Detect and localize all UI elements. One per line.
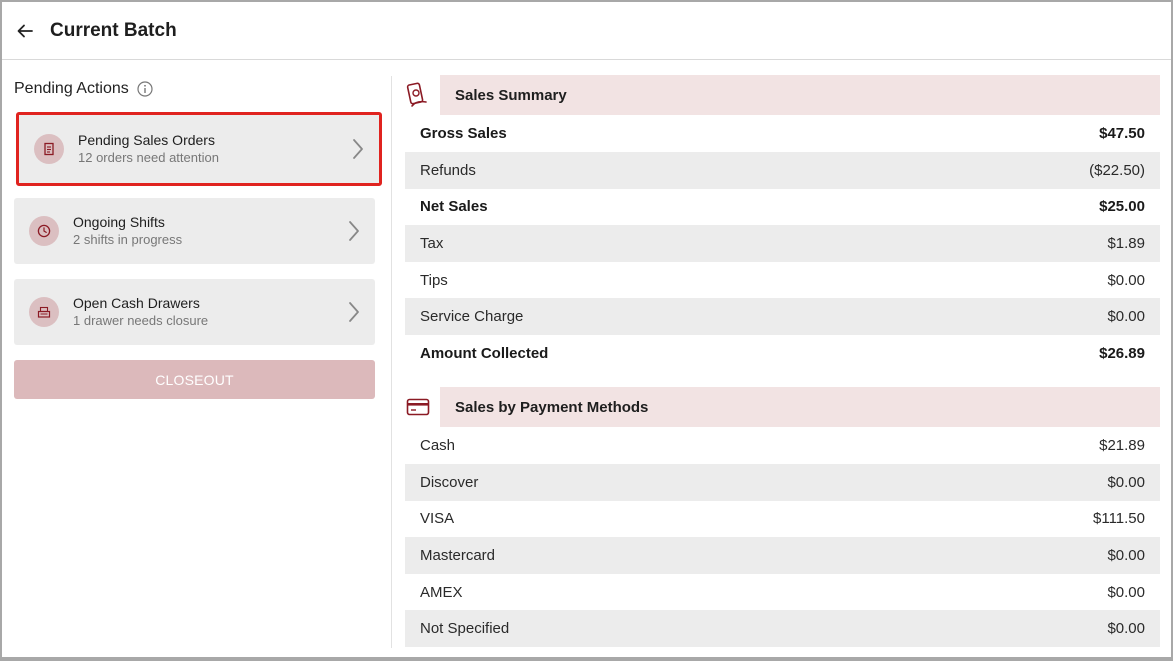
row-label: Cash — [420, 436, 456, 454]
row-label: Refunds — [420, 161, 476, 179]
card-subtitle: 1 drawer needs closure — [73, 313, 209, 328]
sales-summary-header: Sales Summary — [405, 75, 1160, 115]
chevron-right-icon — [343, 299, 365, 325]
pending-sales-orders-card[interactable]: Pending Sales Orders 12 orders need atte… — [16, 112, 382, 186]
row-label: Amount Collected — [420, 344, 549, 362]
credit-card-icon — [405, 394, 431, 420]
receipt-icon — [34, 134, 64, 164]
row-label: Mastercard — [420, 546, 496, 564]
row-value: $26.89 — [1099, 344, 1145, 362]
row-value: $0.00 — [1107, 308, 1145, 326]
row-value: $0.00 — [1107, 271, 1145, 289]
payment-row: Not Specified $0.00 — [405, 610, 1160, 647]
summary-row: Tax $1.89 — [405, 225, 1160, 262]
payment-methods-header: Sales by Payment Methods — [405, 387, 1160, 427]
row-label: Tips — [420, 271, 448, 289]
money-hand-icon — [405, 82, 431, 108]
row-label: VISA — [420, 510, 455, 528]
card-title: Ongoing Shifts — [73, 214, 165, 230]
row-value: ($22.50) — [1089, 161, 1145, 179]
sales-summary-title: Sales Summary — [440, 75, 1160, 115]
cash-register-icon — [29, 297, 59, 327]
row-value: $111.50 — [1093, 510, 1145, 528]
open-cash-drawers-card[interactable]: Open Cash Drawers 1 drawer needs closure — [14, 279, 375, 345]
summary-row: Refunds ($22.50) — [405, 152, 1160, 189]
page-title: Current Batch — [50, 19, 177, 41]
payment-row: Mastercard $0.00 — [405, 537, 1160, 574]
pending-actions-heading: Pending Actions — [14, 79, 377, 99]
row-value: $1.89 — [1107, 234, 1145, 252]
summary-row: Tips $0.00 — [405, 262, 1160, 299]
arrow-left-icon[interactable] — [14, 20, 36, 42]
row-value: $0.00 — [1107, 473, 1145, 491]
row-label: Gross Sales — [420, 125, 507, 143]
clock-icon — [29, 216, 59, 246]
row-value: $47.50 — [1099, 125, 1145, 143]
ongoing-shifts-card[interactable]: Ongoing Shifts 2 shifts in progress — [14, 198, 375, 264]
summary-row: Gross Sales $47.50 — [405, 116, 1160, 153]
app-window: Current Batch Pending Actions Pending Sa… — [0, 0, 1173, 661]
chevron-right-icon — [347, 136, 369, 162]
info-icon[interactable] — [137, 81, 153, 97]
row-label: Tax — [420, 234, 444, 252]
row-label: Service Charge — [420, 308, 524, 326]
row-label: Net Sales — [420, 198, 488, 216]
payment-row: Cash $21.89 — [405, 427, 1160, 464]
payment-row: Discover $0.00 — [405, 464, 1160, 501]
summary-row: Service Charge $0.00 — [405, 298, 1160, 335]
panel-divider — [391, 76, 392, 648]
chevron-right-icon — [343, 218, 365, 244]
row-value: $25.00 — [1099, 198, 1145, 216]
pending-actions-panel: Pending Actions Pending Sales Orders 12 … — [14, 60, 382, 399]
summary-row: Amount Collected $26.89 — [405, 335, 1160, 372]
closeout-button[interactable]: CLOSEOUT — [14, 360, 375, 399]
pending-actions-label: Pending Actions — [14, 80, 129, 97]
row-value: $0.00 — [1107, 546, 1145, 564]
card-title: Open Cash Drawers — [73, 295, 200, 311]
row-label: Discover — [420, 473, 479, 491]
card-title: Pending Sales Orders — [78, 132, 215, 148]
payment-row: VISA $111.50 — [405, 501, 1160, 538]
row-label: Not Specified — [420, 620, 510, 638]
card-subtitle: 12 orders need attention — [78, 150, 219, 165]
card-subtitle: 2 shifts in progress — [73, 232, 183, 247]
row-value: $0.00 — [1107, 620, 1145, 638]
payment-methods-title: Sales by Payment Methods — [440, 387, 1160, 427]
summary-row: Net Sales $25.00 — [405, 189, 1160, 226]
top-bar: Current Batch — [2, 2, 1171, 60]
payment-row: AMEX $0.00 — [405, 574, 1160, 611]
row-value: $0.00 — [1107, 583, 1145, 601]
row-value: $21.89 — [1099, 436, 1145, 454]
row-label: AMEX — [420, 583, 463, 601]
